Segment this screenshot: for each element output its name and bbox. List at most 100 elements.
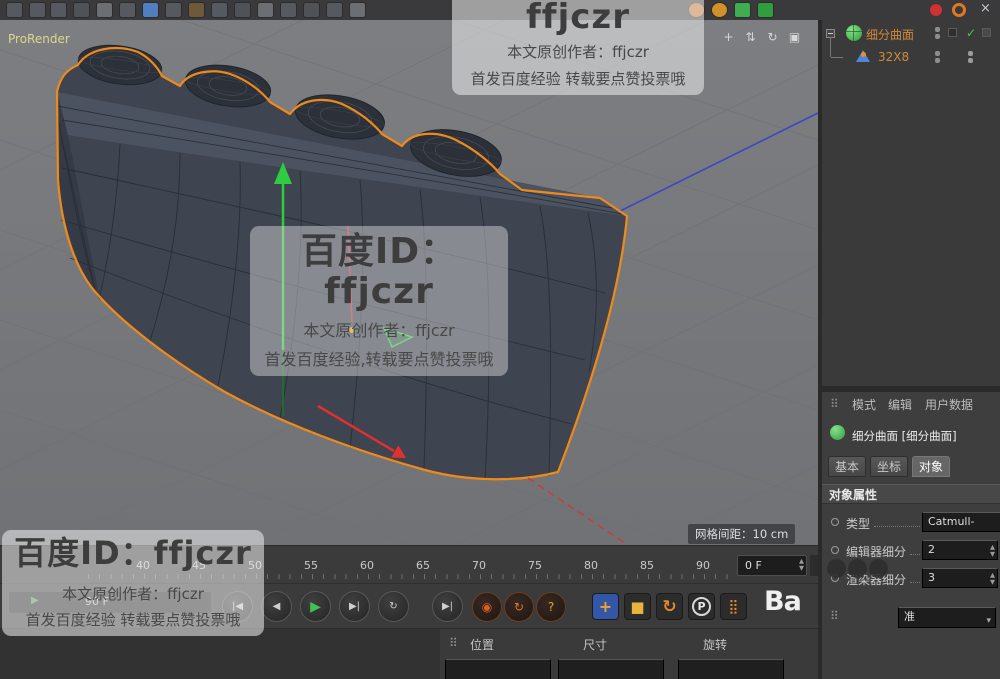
toolbar-icon[interactable] <box>734 2 751 18</box>
close-icon[interactable]: × <box>980 1 991 17</box>
menu-edit[interactable]: 编辑 <box>888 396 912 413</box>
timeline-tick: 40 <box>136 559 150 572</box>
section-object-properties[interactable]: 对象属性 <box>822 484 1000 504</box>
record-indicator-icon[interactable] <box>930 4 942 16</box>
menu-mode[interactable]: 模式 <box>852 396 876 413</box>
coord-system-button[interactable]: P <box>688 593 715 620</box>
dotted-leader <box>910 581 920 583</box>
menu-userdata[interactable]: 用户数据 <box>925 396 973 413</box>
grid-spacing-label: 网格间距：10 cm <box>688 524 795 544</box>
tab-coordinates[interactable]: 坐标 <box>870 456 908 477</box>
autokey-button[interactable]: ↻ <box>504 592 534 622</box>
toolbar-icon[interactable] <box>73 2 90 18</box>
next-key-button[interactable]: ▶| <box>339 591 370 622</box>
toolbar-icon[interactable] <box>303 2 320 18</box>
prop-label: 类型 <box>846 515 870 532</box>
size-x-field[interactable] <box>558 659 664 679</box>
state-dots-icon[interactable] <box>968 51 974 65</box>
rotation-h-field[interactable] <box>678 659 784 679</box>
timeline-ruler[interactable]: 40 45 50 55 60 65 70 75 80 85 90 0 F ▲▼ <box>0 545 818 584</box>
toolbar-icon[interactable] <box>6 2 23 18</box>
subdivision-surface-icon <box>846 25 862 41</box>
toolbar-icon[interactable] <box>280 2 297 18</box>
prop-row-render-subdivision: 渲染器细分 3 ▲▼ <box>822 566 1000 592</box>
coord-header-rotation: 旋转 <box>703 636 727 653</box>
loop-button[interactable]: ↻ <box>378 591 409 622</box>
object-row-subdivision[interactable]: 细分曲面 ✓ <box>822 22 1000 44</box>
right-panel: 细分曲面 ✓ 32X8 ⠿ 模式 编辑 用户数据 细分曲面 [细分曲面] <box>822 20 1000 679</box>
toolbar-icon[interactable] <box>29 2 46 18</box>
prop-label: 编辑器细分 <box>846 543 906 560</box>
range-end-frame[interactable]: 90 F <box>85 595 109 608</box>
tag-icon[interactable] <box>982 28 991 37</box>
object-label[interactable]: 32X8 <box>878 50 909 64</box>
goto-start-button[interactable]: |◀ <box>222 591 253 622</box>
prop-label: 渲染器细分 <box>846 571 906 588</box>
maximize-icon[interactable]: ▣ <box>787 30 802 45</box>
layer-swatch-icon[interactable] <box>948 28 957 37</box>
animation-dot-icon[interactable] <box>831 546 839 554</box>
viewport-canvas[interactable]: ProRender + ⇅ ↻ ▣ 网格间距：10 cm <box>0 20 818 545</box>
scale-tool-button[interactable]: ■ <box>624 593 651 620</box>
toolbar-icon[interactable] <box>165 2 182 18</box>
toolbar-icon[interactable] <box>50 2 67 18</box>
object-label[interactable]: 细分曲面 <box>866 26 914 43</box>
rotate-icon[interactable]: ↻ <box>765 30 780 45</box>
toolbar-icon[interactable] <box>757 2 774 18</box>
timeline-tick: 80 <box>584 559 598 572</box>
move-tool-button[interactable]: + <box>592 593 619 620</box>
toolbar-icon[interactable] <box>234 2 251 18</box>
snap-grid-button[interactable]: ⣿ <box>720 593 747 620</box>
pan-icon[interactable]: + <box>721 30 736 45</box>
tab-object[interactable]: 对象 <box>912 456 950 477</box>
partial-dropdown[interactable]: 准 ▾ <box>898 607 996 628</box>
enable-check-icon[interactable]: ✓ <box>966 26 976 40</box>
visibility-dots-icon[interactable] <box>935 27 941 41</box>
position-x-field[interactable] <box>445 659 551 679</box>
model-mesh[interactable] <box>57 40 627 479</box>
rotate-tool-button[interactable]: ↻ <box>656 593 683 620</box>
frame-stepper[interactable]: ▲▼ <box>799 558 804 572</box>
current-frame-field[interactable]: 0 F ▲▼ <box>737 555 807 576</box>
animation-dot-icon[interactable] <box>831 574 839 582</box>
render-subdivision-field[interactable]: 3 ▲▼ <box>922 568 998 588</box>
coord-header-position: 位置 <box>470 636 494 653</box>
toolbar-icon[interactable] <box>188 2 205 18</box>
preview-range-slider[interactable]: ▶ 90 F <box>8 591 212 614</box>
toolbar-icon[interactable] <box>711 2 728 18</box>
baidu-logo-watermark: Ba <box>764 586 801 617</box>
timeline-tickmarks <box>88 574 736 579</box>
record-options-button[interactable]: ? <box>536 592 566 622</box>
object-row-32x8[interactable]: 32X8 <box>822 46 1000 68</box>
toolbar-icon[interactable] <box>119 2 136 18</box>
record-keyframe-button[interactable]: ◉ <box>472 592 502 622</box>
toolbar-icon[interactable] <box>142 2 159 18</box>
value-stepper[interactable]: ▲▼ <box>990 544 995 558</box>
cinema4d-window: × <box>0 0 1000 679</box>
animation-dot-icon[interactable] <box>831 518 839 526</box>
toolbar-icon[interactable] <box>211 2 228 18</box>
toolbar-icon[interactable] <box>257 2 274 18</box>
timeline-tick: 45 <box>192 559 206 572</box>
panel-grip-icon[interactable]: ⠿ <box>449 636 458 650</box>
toolbar-icon[interactable] <box>688 2 705 18</box>
goto-end-button[interactable]: ▶| <box>432 591 463 622</box>
toolbar-icon[interactable] <box>96 2 113 18</box>
zoom-icon[interactable]: ⇅ <box>743 30 758 45</box>
visibility-dots-icon[interactable] <box>935 51 941 65</box>
timeline-tick: 55 <box>304 559 318 572</box>
play-button[interactable]: ▶ <box>300 591 331 622</box>
toolbar-icon[interactable] <box>326 2 343 18</box>
type-dropdown[interactable]: Catmull- <box>922 512 1000 532</box>
prev-key-button[interactable]: ◀ <box>261 591 292 622</box>
dotted-leader <box>910 553 920 555</box>
timeline-tick: 90 <box>696 559 710 572</box>
editor-subdivision-field[interactable]: 2 ▲▼ <box>922 540 998 560</box>
panel-grip-icon[interactable]: ⠿ <box>830 609 839 623</box>
ring-icon[interactable] <box>952 3 966 17</box>
panel-grip-icon[interactable]: ⠿ <box>830 397 839 411</box>
value-stepper[interactable]: ▲▼ <box>990 572 995 586</box>
dotted-leader <box>874 525 920 527</box>
tab-basic[interactable]: 基本 <box>828 456 866 477</box>
toolbar-icon[interactable] <box>349 2 366 18</box>
